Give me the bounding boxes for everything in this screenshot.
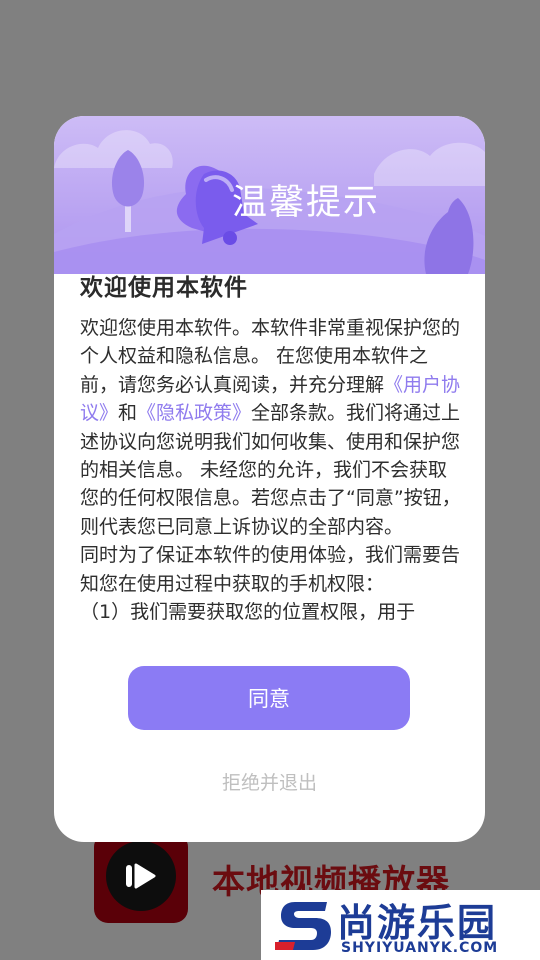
watermark-url: SHYIYUANYK.COM	[341, 940, 499, 956]
watermark: 尚游乐园 SHYIYUANYK.COM	[261, 890, 540, 960]
agree-button[interactable]: 同意	[128, 666, 410, 730]
permission-item: （1）我们需要获取您的位置权限，用于	[80, 601, 416, 624]
privacy-dialog: 温馨提示 欢迎使用本软件 欢迎您使用本软件。本软件非常重视保护您的个人权益和隐私…	[54, 116, 485, 842]
watermark-name: 尚游乐园	[337, 901, 498, 945]
permissions-paragraph: 同时为了保证本软件的使用体验，我们需要告知您在使用过程中获取的手机权限：	[80, 544, 461, 595]
play-icon	[126, 863, 156, 889]
dialog-header: 温馨提示	[54, 116, 485, 274]
agreement-paragraph: 欢迎您使用本软件。本软件非常重视保护您的个人权益和隐私信息。 在您使用本软件之前…	[80, 314, 464, 541]
privacy-policy-link[interactable]: 《隐私政策》	[137, 402, 251, 424]
dialog-title: 温馨提示	[232, 183, 381, 223]
watermark-logo	[275, 902, 331, 950]
dialog-body: 欢迎您使用本软件。本软件非常重视保护您的个人权益和隐私信息。 在您使用本软件之前…	[80, 314, 464, 649]
dialog-heading: 欢迎使用本软件	[80, 275, 248, 301]
reject-and-exit-button[interactable]: 拒绝并退出	[54, 768, 485, 795]
body-text: 和	[118, 402, 138, 425]
app-icon	[94, 833, 188, 923]
